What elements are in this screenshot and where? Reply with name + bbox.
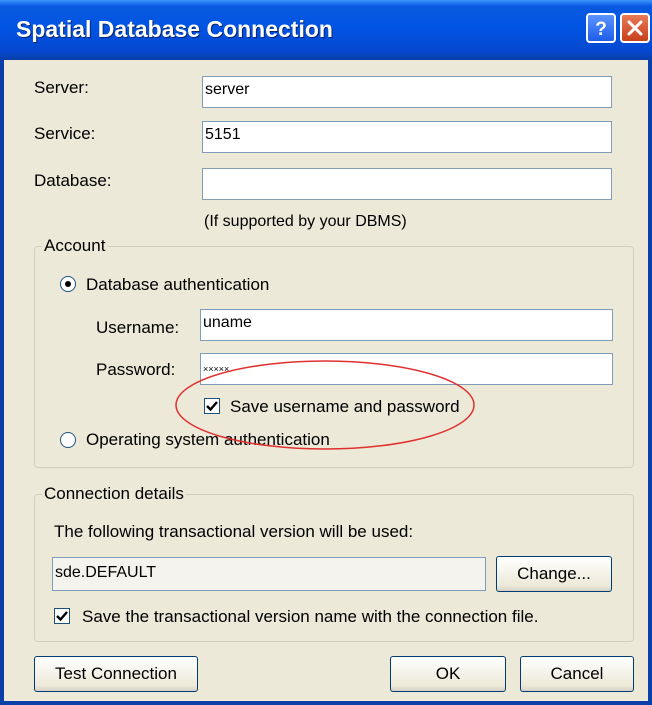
window-title: Spatial Database Connection	[16, 16, 333, 42]
database-auth-label: Database authentication	[86, 275, 270, 294]
test-connection-button[interactable]: Test Connection	[34, 656, 198, 692]
close-icon	[627, 20, 643, 36]
window-border-left	[0, 60, 4, 705]
username-field[interactable]: uname	[200, 309, 613, 341]
connection-details-legend: Connection details	[42, 484, 186, 504]
server-label: Server:	[34, 78, 89, 97]
save-version-label: Save the transactional version name with…	[82, 607, 539, 626]
password-label: Password:	[96, 360, 176, 379]
change-version-button[interactable]: Change...	[496, 556, 612, 592]
database-note: (If supported by your DBMS)	[204, 213, 407, 230]
username-label: Username:	[96, 318, 180, 337]
transactional-version-field: sde.DEFAULT	[52, 557, 486, 591]
window-border-bottom	[0, 701, 652, 705]
radio-selected-dot	[65, 281, 71, 287]
database-label: Database:	[34, 171, 112, 190]
help-button[interactable]: ?	[586, 13, 616, 43]
version-intro-text: The following transactional version will…	[54, 522, 414, 541]
window-border-right	[648, 60, 652, 705]
save-version-checkbox[interactable]	[54, 608, 70, 624]
password-field[interactable]: ×××××	[200, 353, 613, 385]
service-label: Service:	[34, 124, 96, 143]
os-auth-radio[interactable]	[60, 432, 76, 448]
database-field[interactable]	[202, 168, 612, 200]
os-auth-label: Operating system authentication	[86, 430, 330, 449]
svg-text:?: ?	[595, 19, 607, 40]
account-legend: Account	[42, 236, 108, 256]
help-icon: ?	[595, 19, 607, 40]
checkmark-icon	[206, 401, 218, 412]
database-auth-radio[interactable]	[60, 276, 76, 292]
service-field[interactable]: 5151	[202, 121, 612, 153]
ok-button[interactable]: OK	[390, 656, 506, 692]
save-credentials-label: Save username and password	[230, 397, 460, 416]
dialog-window: Spatial Database Connection ? Server: se…	[0, 0, 652, 705]
cancel-button[interactable]: Cancel	[520, 656, 634, 692]
checkmark-icon	[56, 611, 68, 622]
save-credentials-checkbox[interactable]	[204, 398, 220, 414]
close-button[interactable]	[620, 13, 650, 43]
title-bar[interactable]: Spatial Database Connection ?	[0, 0, 652, 60]
server-field[interactable]: server	[202, 76, 612, 108]
